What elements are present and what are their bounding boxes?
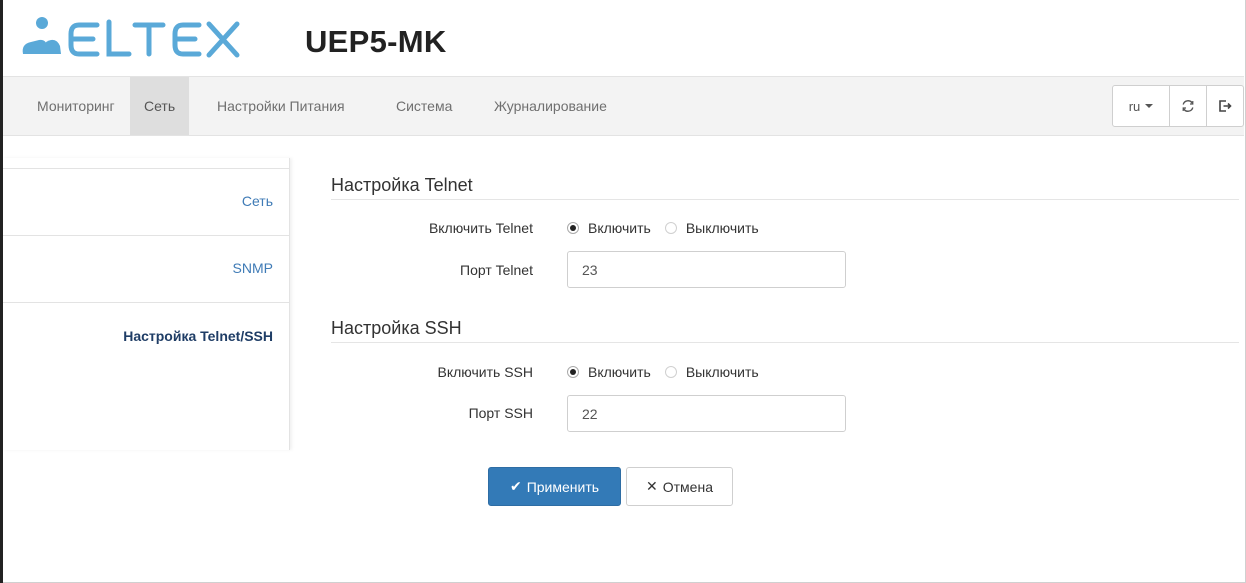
device-title: UEP5-MK — [305, 24, 447, 59]
ssh-port-input[interactable] — [567, 395, 846, 432]
ssh-port-label: Порт SSH — [468, 405, 533, 421]
close-icon: ✕ — [646, 478, 658, 494]
sidebar-item-telnet-ssh[interactable]: Настройка Telnet/SSH — [3, 302, 289, 368]
ssh-disable-option[interactable]: Выключить — [686, 364, 759, 380]
logout-button[interactable] — [1206, 85, 1244, 127]
section-divider — [331, 342, 1239, 343]
telnet-radio-group: Включить Выключить — [567, 220, 773, 236]
caret-down-icon — [1145, 104, 1154, 108]
apply-button[interactable]: ✔ Применить — [488, 467, 621, 506]
sidebar-item-label: Настройка Telnet/SSH — [123, 328, 273, 344]
eltex-logo — [17, 14, 247, 60]
ssh-section-title: Настройка SSH — [331, 318, 462, 338]
language-dropdown[interactable]: ru — [1112, 85, 1170, 127]
nav-item-logging[interactable]: Журналирование — [480, 77, 621, 135]
sidebar-item-label: Сеть — [241, 193, 273, 209]
enable-ssh-label: Включить SSH — [437, 364, 533, 380]
telnet-disable-radio[interactable] — [664, 222, 677, 234]
sidebar-item-network[interactable]: Сеть — [3, 168, 289, 234]
telnet-enable-option[interactable]: Включить — [588, 220, 651, 236]
check-icon: ✔ — [509, 478, 522, 494]
sidebar-item-label: SNMP — [232, 260, 273, 276]
nav-item-power-settings[interactable]: Настройки Питания — [203, 77, 359, 135]
sidebar: Сеть SNMP Настройка Telnet/SSH — [3, 158, 290, 450]
ssh-disable-radio[interactable] — [664, 366, 677, 378]
refresh-button[interactable] — [1169, 85, 1207, 127]
apply-button-label: Применить — [526, 478, 600, 495]
nav-item-system[interactable]: Система — [382, 77, 466, 135]
nav-item-monitoring[interactable]: Мониторинг — [23, 77, 129, 135]
refresh-icon — [1182, 100, 1194, 112]
cancel-button-label: Отмена — [662, 478, 713, 495]
ssh-radio-group: Включить Выключить — [567, 364, 773, 380]
cancel-button[interactable]: ✕ Отмена — [626, 467, 733, 506]
telnet-section-title: Настройка Telnet — [331, 175, 473, 195]
telnet-port-input[interactable] — [567, 251, 846, 288]
language-label: ru — [1128, 98, 1141, 114]
telnet-disable-option[interactable]: Выключить — [686, 220, 759, 236]
top-navbar: Мониторинг Сеть Настройки Питания Систем… — [3, 76, 1244, 136]
enable-telnet-label: Включить Telnet — [428, 220, 533, 236]
telnet-enable-radio[interactable] — [567, 222, 579, 234]
ssh-enable-option[interactable]: Включить — [588, 364, 651, 380]
sidebar-item-snmp[interactable]: SNMP — [3, 235, 289, 301]
ssh-enable-radio[interactable] — [567, 366, 579, 378]
logout-icon — [1219, 100, 1232, 112]
telnet-port-label: Порт Telnet — [460, 262, 533, 278]
section-divider — [331, 199, 1239, 200]
nav-item-network[interactable]: Сеть — [130, 77, 190, 135]
header: UEP5-MK — [3, 0, 1245, 76]
navbar-tools: ru — [1112, 85, 1244, 127]
